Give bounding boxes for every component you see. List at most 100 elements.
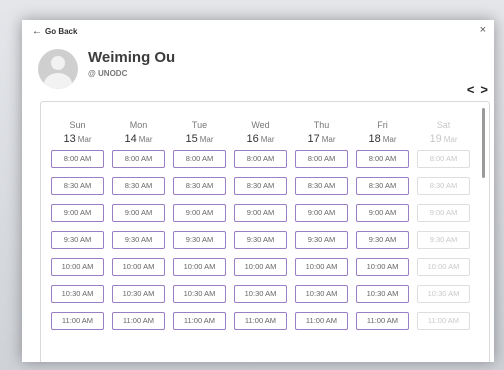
day-column-wed: Wed 16 Mar 8:00 AM 8:30 AM 9:00 AM 9:30 AM 10:0… — [230, 120, 291, 330]
time-slot-button[interactable]: 9:00 AM — [295, 204, 348, 222]
time-slot-button[interactable]: 8:00 AM — [295, 150, 348, 168]
time-slot-button: 9:00 AM — [417, 204, 470, 222]
day-date: 15 Mar — [185, 133, 213, 145]
day-number: 15 — [185, 133, 198, 145]
time-slot-button[interactable]: 9:00 AM — [112, 204, 165, 222]
day-date: 13 Mar — [63, 133, 91, 145]
time-slot-button[interactable]: 10:30 AM — [173, 285, 226, 303]
time-slot-button[interactable]: 8:30 AM — [173, 177, 226, 195]
day-column-thu: Thu 17 Mar 8:00 AM 8:30 AM 9:00 AM 9:30 AM 10:0… — [291, 120, 352, 330]
time-slot-button[interactable]: 9:30 AM — [356, 231, 409, 249]
time-slot-button[interactable]: 9:30 AM — [295, 231, 348, 249]
time-slot-button[interactable]: 8:00 AM — [112, 150, 165, 168]
day-name: Sun — [69, 120, 86, 130]
day-name: Sat — [436, 120, 451, 130]
user-name: Weiming Ou — [88, 49, 176, 66]
time-slot-button[interactable]: 11:00 AM — [234, 312, 287, 330]
day-date: 17 Mar — [307, 133, 335, 145]
close-button[interactable]: × — [480, 24, 486, 36]
time-slot-button[interactable]: 11:00 AM — [295, 312, 348, 330]
time-slot-button[interactable]: 10:00 AM — [51, 258, 104, 276]
time-slot-button: 10:30 AM — [417, 285, 470, 303]
day-column-fri: Fri 18 Mar 8:00 AM 8:30 AM 9:00 AM 9:30 AM 10:0… — [352, 120, 413, 330]
time-slot-button[interactable]: 9:30 AM — [234, 231, 287, 249]
time-slot-button[interactable]: 11:00 AM — [356, 312, 409, 330]
time-slot-button[interactable]: 8:00 AM — [173, 150, 226, 168]
day-name: Wed — [251, 120, 270, 130]
day-name: Thu — [313, 120, 330, 130]
avatar-head — [51, 56, 65, 70]
go-back-button[interactable]: ← Go Back — [32, 26, 77, 37]
time-slot-button[interactable]: 8:30 AM — [234, 177, 287, 195]
time-slot-button[interactable]: 10:30 AM — [51, 285, 104, 303]
time-slot-button: 8:30 AM — [417, 177, 470, 195]
day-number: 16 — [246, 133, 259, 145]
time-slot-button[interactable]: 11:00 AM — [51, 312, 104, 330]
time-slot-button[interactable]: 9:00 AM — [234, 204, 287, 222]
time-slot-button[interactable]: 9:30 AM — [51, 231, 104, 249]
day-month: Mar — [321, 135, 336, 144]
time-slot-button[interactable]: 10:00 AM — [112, 258, 165, 276]
time-slot-button[interactable]: 8:30 AM — [51, 177, 104, 195]
day-number: 17 — [307, 133, 320, 145]
day-column-sun: Sun 13 Mar 8:00 AM 8:30 AM 9:00 AM 9:30 AM 10:0… — [47, 120, 108, 330]
time-slot-list: 8:00 AM 8:30 AM 9:00 AM 9:30 AM 10:00 AM 10:3… — [295, 150, 348, 330]
time-slot-button[interactable]: 8:00 AM — [234, 150, 287, 168]
week-nav: < > — [467, 82, 488, 97]
day-date: 19 Mar — [429, 133, 457, 145]
calendar-scrollbar[interactable] — [482, 108, 485, 178]
time-slot-button[interactable]: 10:30 AM — [234, 285, 287, 303]
time-slot-button[interactable]: 9:30 AM — [173, 231, 226, 249]
time-slot-button: 9:30 AM — [417, 231, 470, 249]
day-columns: Sun 13 Mar 8:00 AM 8:30 AM 9:00 AM 9:30 AM 10:0… — [47, 120, 474, 330]
time-slot-button[interactable]: 9:00 AM — [173, 204, 226, 222]
time-slot-button[interactable]: 10:00 AM — [173, 258, 226, 276]
time-slot-button[interactable]: 9:00 AM — [356, 204, 409, 222]
scheduling-modal: ← Go Back × Weiming Ou @ UNODC < > Sun 13… — [22, 20, 494, 362]
day-name: Mon — [129, 120, 148, 130]
time-slot-button[interactable]: 10:30 AM — [112, 285, 165, 303]
day-number: 19 — [429, 133, 442, 145]
day-month: Mar — [77, 135, 92, 144]
time-slot-list: 8:00 AM 8:30 AM 9:00 AM 9:30 AM 10:00 AM 10:3… — [173, 150, 226, 330]
time-slot-list: 8:00 AM 8:30 AM 9:00 AM 9:30 AM 10:00 AM 10:3… — [112, 150, 165, 330]
day-month: Mar — [138, 135, 153, 144]
time-slot-button[interactable]: 10:00 AM — [234, 258, 287, 276]
time-slot-list: 8:00 AM 8:30 AM 9:00 AM 9:30 AM 10:00 AM 10:3… — [356, 150, 409, 330]
time-slot-button[interactable]: 8:30 AM — [356, 177, 409, 195]
arrow-left-icon: ← — [32, 26, 42, 37]
time-slot-button[interactable]: 8:30 AM — [295, 177, 348, 195]
time-slot-button[interactable]: 8:00 AM — [51, 150, 104, 168]
time-slot-button[interactable]: 10:30 AM — [295, 285, 348, 303]
time-slot-button[interactable]: 10:00 AM — [295, 258, 348, 276]
day-column-mon: Mon 14 Mar 8:00 AM 8:30 AM 9:00 AM 9:30 AM 10:0… — [108, 120, 169, 330]
time-slot-list: 8:00 AM 8:30 AM 9:00 AM 9:30 AM 10:00 AM 10:3… — [234, 150, 287, 330]
chevron-right-icon[interactable]: > — [480, 82, 488, 97]
day-month: Mar — [382, 135, 397, 144]
time-slot-list: 8:00 AM 8:30 AM 9:00 AM 9:30 AM 10:00 AM 10:3… — [417, 150, 470, 330]
time-slot-button[interactable]: 9:30 AM — [112, 231, 165, 249]
time-slot-button: 10:00 AM — [417, 258, 470, 276]
time-slot-button: 11:00 AM — [417, 312, 470, 330]
day-month: Mar — [260, 135, 275, 144]
chevron-left-icon[interactable]: < — [467, 82, 475, 97]
time-slot-button: 8:00 AM — [417, 150, 470, 168]
time-slot-button[interactable]: 8:00 AM — [356, 150, 409, 168]
day-date: 16 Mar — [246, 133, 274, 145]
avatar-body — [44, 73, 72, 89]
day-number: 18 — [368, 133, 381, 145]
time-slot-button[interactable]: 8:30 AM — [112, 177, 165, 195]
time-slot-button[interactable]: 11:00 AM — [112, 312, 165, 330]
time-slot-button[interactable]: 10:30 AM — [356, 285, 409, 303]
time-slot-button[interactable]: 10:00 AM — [356, 258, 409, 276]
day-column-sat: Sat 19 Mar 8:00 AM 8:30 AM 9:00 AM 9:30 AM 10:0… — [413, 120, 474, 330]
time-slot-button[interactable]: 9:00 AM — [51, 204, 104, 222]
day-date: 14 Mar — [124, 133, 152, 145]
avatar — [38, 49, 78, 89]
day-column-tue: Tue 15 Mar 8:00 AM 8:30 AM 9:00 AM 9:30 AM 10:0… — [169, 120, 230, 330]
day-number: 14 — [124, 133, 137, 145]
user-org: @ UNODC — [88, 69, 128, 78]
time-slot-button[interactable]: 11:00 AM — [173, 312, 226, 330]
go-back-label: Go Back — [45, 27, 78, 36]
time-slot-list: 8:00 AM 8:30 AM 9:00 AM 9:30 AM 10:00 AM 10:3… — [51, 150, 104, 330]
